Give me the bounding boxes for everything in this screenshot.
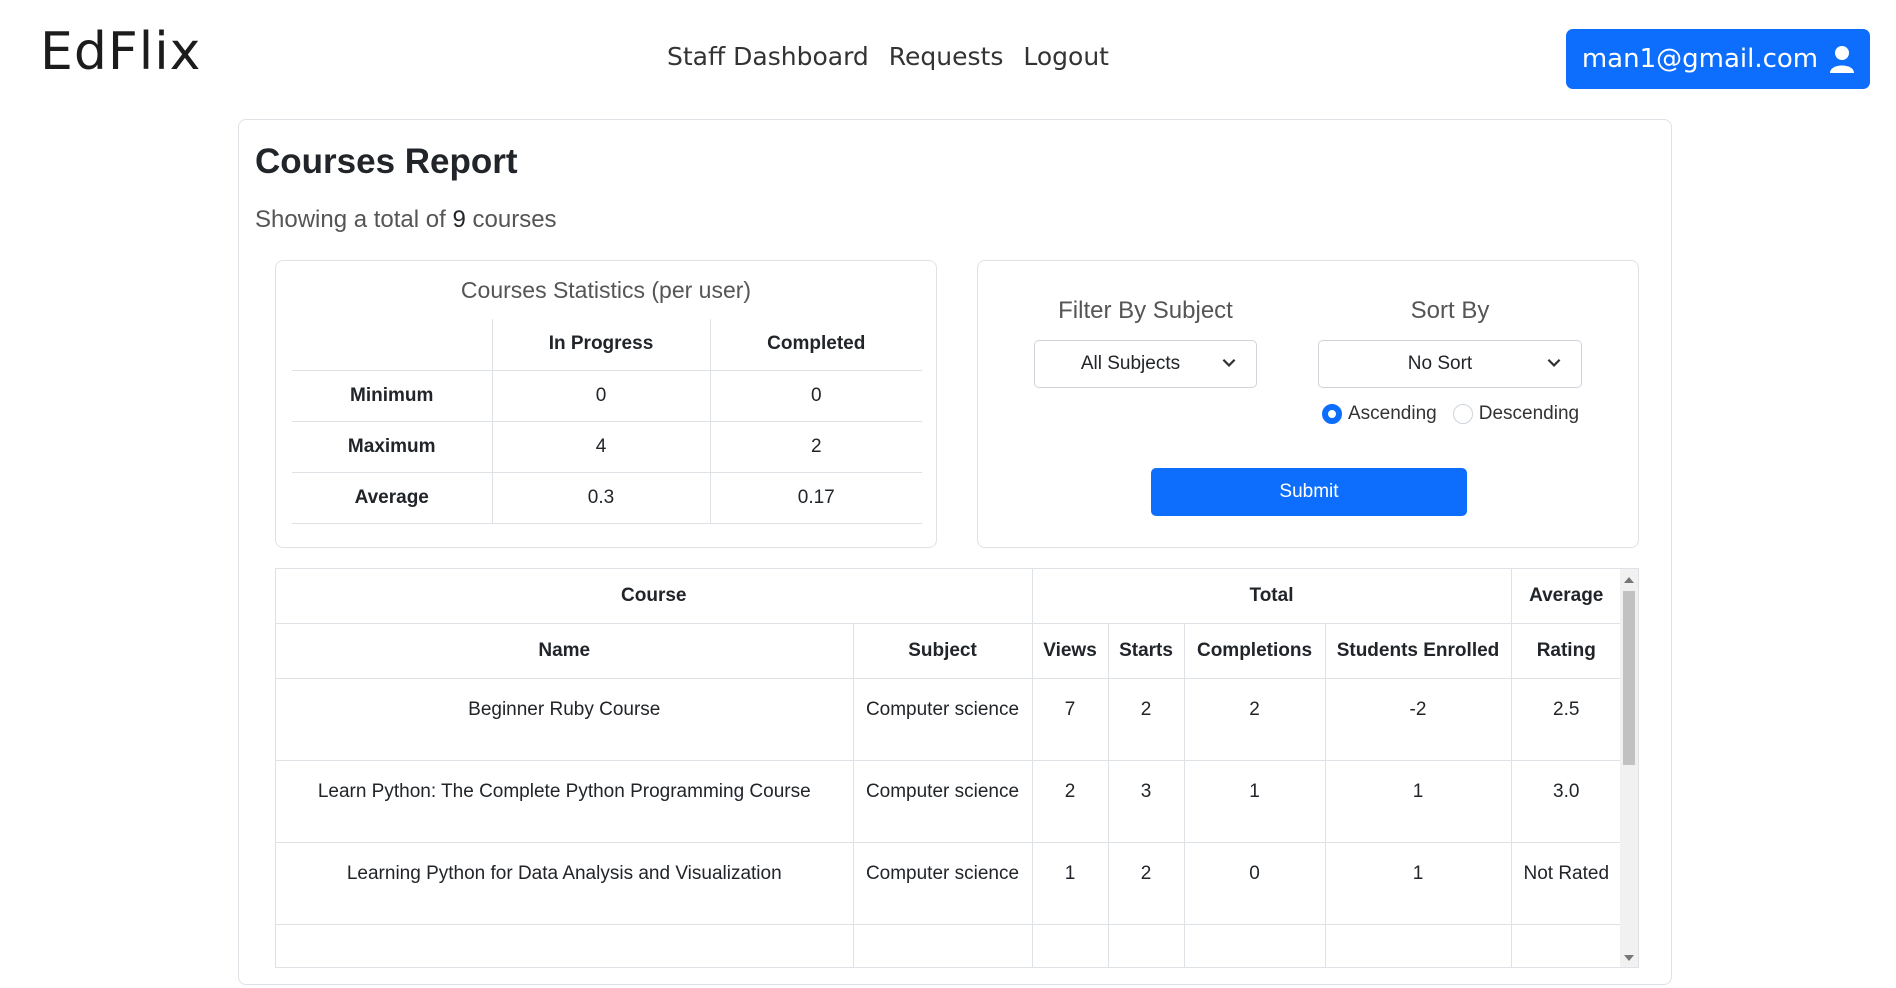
user-email: man1@gmail.com [1581, 44, 1819, 74]
course-completions: 0 [1183, 842, 1326, 925]
header-rating: Rating [1510, 623, 1622, 679]
scrollbar-thumb[interactable] [1623, 591, 1635, 765]
stats-header-row: In Progress Completed [292, 319, 922, 371]
subject-select-value: All Subjects [1080, 353, 1181, 374]
course-enrolled: 1 [1324, 842, 1512, 925]
stats-title: Courses Statistics (per user) [460, 277, 752, 303]
course-rating: 2.5 [1510, 678, 1622, 761]
stats-in-progress: 0 [491, 369, 711, 422]
table-scrollbar[interactable] [1620, 569, 1638, 967]
subject-select[interactable]: All Subjects [1034, 340, 1257, 388]
sort-label: Sort By [1410, 297, 1490, 324]
header-views: Views [1031, 623, 1109, 679]
stats-header-blank [292, 319, 493, 371]
scroll-down-icon[interactable] [1624, 955, 1634, 961]
nav-links: Staff Dashboard Requests Logout [667, 42, 1109, 71]
stats-row: Average 0.3 0.17 [292, 471, 922, 524]
stats-in-progress: 0.3 [491, 471, 711, 524]
course-views: 1 [1031, 842, 1109, 925]
filter-subject-label: Filter By Subject [1058, 297, 1233, 324]
table-row: Learning Python for Data Analysis and Vi… [276, 842, 1622, 925]
stats-header-in-progress: In Progress [491, 319, 711, 371]
stats-completed: 2 [709, 420, 922, 473]
chevron-down-icon [1222, 358, 1236, 367]
group-header-total: Total [1031, 569, 1512, 624]
descending-label[interactable]: Descending [1479, 403, 1579, 425]
table-row-partial [276, 924, 1622, 967]
header-starts: Starts [1107, 623, 1185, 679]
subtitle-suffix: courses [472, 206, 557, 233]
stats-header-completed: Completed [709, 319, 922, 371]
table-row: Learn Python: The Complete Python Progra… [276, 760, 1622, 843]
sort-select[interactable]: No Sort [1318, 340, 1582, 388]
sort-select-value: No Sort [1407, 353, 1473, 374]
user-account-button[interactable]: man1@gmail.com [1566, 29, 1870, 89]
course-rating: Not Rated [1510, 842, 1622, 925]
course-views: 7 [1031, 678, 1109, 761]
descending-radio[interactable] [1452, 404, 1473, 424]
course-starts: 2 [1107, 678, 1185, 761]
stats-row-label: Maximum [292, 420, 493, 473]
report-card: Courses Report Showing a total of 9 cour… [238, 119, 1672, 985]
group-header-average: Average [1510, 569, 1622, 624]
course-rating: 3.0 [1510, 760, 1622, 843]
scroll-up-icon[interactable] [1624, 577, 1634, 583]
header-completions: Completions [1183, 623, 1326, 679]
stats-row: Maximum 4 2 [292, 420, 922, 473]
course-subject: Computer science [852, 842, 1033, 925]
stats-row: Minimum 0 0 [292, 369, 922, 422]
navbar: EdFlix Staff Dashboard Requests Logout m… [0, 0, 1896, 116]
course-starts: 3 [1107, 760, 1185, 843]
course-starts: 2 [1107, 842, 1185, 925]
courses-table-container[interactable]: Course Total Average Name Subject Views … [275, 568, 1639, 968]
course-completions: 2 [1183, 678, 1326, 761]
table-row: Beginner Ruby Course Computer science 7 … [276, 678, 1622, 761]
nav-logout[interactable]: Logout [1023, 42, 1109, 71]
course-name: Beginner Ruby Course [276, 678, 854, 761]
stats-completed: 0 [709, 369, 922, 422]
header-subject: Subject [852, 623, 1033, 679]
subtitle-prefix: Showing a total of [255, 206, 446, 233]
chevron-down-icon [1547, 358, 1561, 367]
column-header-row: Name Subject Views Starts Completions St… [276, 623, 1622, 679]
ascending-label[interactable]: Ascending [1348, 403, 1437, 425]
course-enrolled: 1 [1324, 760, 1512, 843]
stats-row-label: Average [292, 471, 493, 524]
courses-table: Course Total Average Name Subject Views … [276, 569, 1622, 967]
stats-panel: Courses Statistics (per user) In Progres… [275, 260, 937, 548]
sort-order-group: Ascending Descending [1322, 403, 1579, 425]
stats-completed: 0.17 [709, 471, 922, 524]
course-name: Learn Python: The Complete Python Progra… [276, 760, 854, 843]
course-views: 2 [1031, 760, 1109, 843]
course-enrolled: -2 [1324, 678, 1512, 761]
filter-panel: Filter By Subject All Subjects Sort By N… [977, 260, 1639, 548]
course-subject: Computer science [852, 760, 1033, 843]
brand-logo[interactable]: EdFlix [40, 22, 201, 82]
page-title: Courses Report [255, 142, 518, 181]
group-header-course: Course [276, 569, 1033, 624]
stats-table: In Progress Completed Minimum 0 0 Maximu… [292, 319, 922, 524]
stats-row-label: Minimum [292, 369, 493, 422]
stats-in-progress: 4 [491, 420, 711, 473]
header-name: Name [276, 623, 854, 679]
nav-staff-dashboard[interactable]: Staff Dashboard [667, 42, 869, 71]
ascending-radio[interactable] [1322, 404, 1342, 424]
course-count-text: Showing a total of 9 courses [255, 206, 557, 234]
course-name: Learning Python for Data Analysis and Vi… [276, 842, 854, 925]
user-icon [1830, 46, 1855, 73]
group-header-row: Course Total Average [276, 569, 1622, 624]
course-total: 9 [452, 206, 466, 233]
course-completions: 1 [1183, 760, 1326, 843]
nav-requests[interactable]: Requests [889, 42, 1004, 71]
header-students-enrolled: Students Enrolled [1324, 623, 1512, 679]
course-subject: Computer science [852, 678, 1033, 761]
submit-button[interactable]: Submit [1151, 468, 1467, 516]
